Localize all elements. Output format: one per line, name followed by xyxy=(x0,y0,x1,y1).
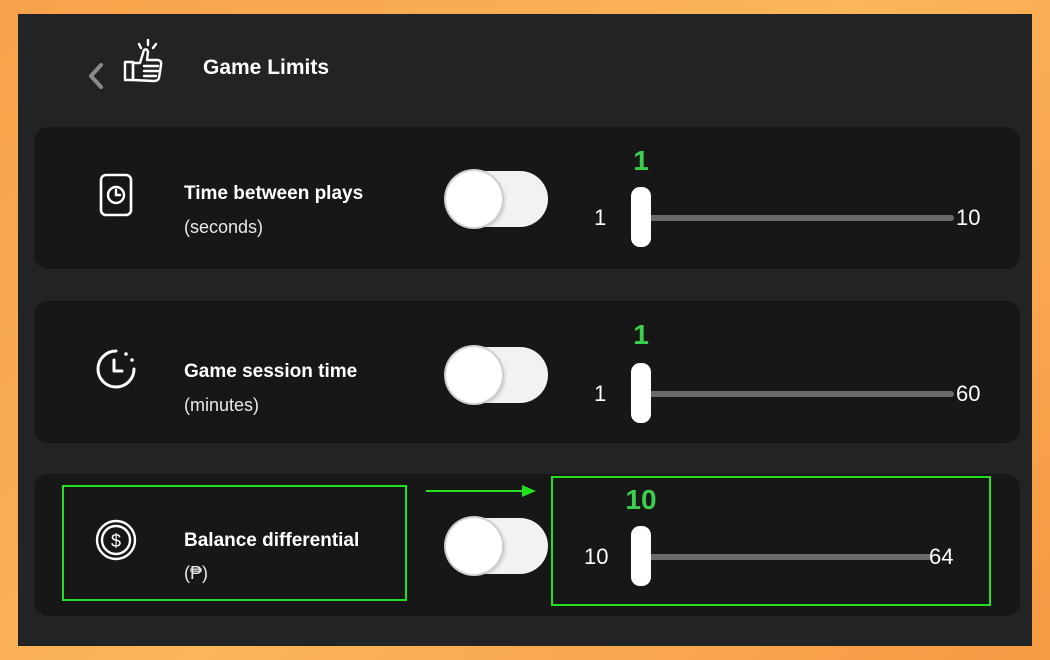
slider-max-label: 10 xyxy=(956,205,981,230)
page-title: Game Limits xyxy=(203,56,330,79)
slider-min-label: 1 xyxy=(594,205,607,230)
slider-current-value: 1 xyxy=(633,145,649,176)
toggle-knob xyxy=(446,518,502,574)
slider-current-value: 1 xyxy=(633,319,649,350)
toggle-knob xyxy=(446,171,502,227)
limit-title: Time between plays xyxy=(184,183,364,204)
highlight-box-slider xyxy=(551,476,991,606)
back-button[interactable] xyxy=(76,56,116,96)
timer-icon xyxy=(94,347,138,391)
game-session-time-slider-thumb[interactable] xyxy=(631,363,651,423)
clock-card-icon xyxy=(94,173,138,217)
time-between-plays-slider-track[interactable] xyxy=(636,215,954,221)
game-session-time-slider-track[interactable] xyxy=(636,391,954,397)
limit-unit: (minutes) xyxy=(184,395,260,415)
game-limits-panel: Game Limits Time between plays (seconds)… xyxy=(18,14,1032,646)
limit-unit: (seconds) xyxy=(184,217,264,237)
chevron-left-icon xyxy=(89,63,103,89)
header: Game Limits xyxy=(18,14,1032,124)
slider-min-label: 1 xyxy=(594,381,607,406)
time-between-plays-slider-thumb[interactable] xyxy=(631,187,651,247)
limit-card-game-session-time: Game session time (minutes) 1 1 60 xyxy=(34,301,1020,443)
toggle-knob xyxy=(446,347,502,403)
limit-title: Game session time xyxy=(184,361,358,382)
annotation-arrow-head xyxy=(522,485,536,497)
annotation-arrow xyxy=(426,490,526,492)
time-between-plays-toggle[interactable] xyxy=(446,171,548,227)
highlight-box-label xyxy=(62,485,407,601)
slider-max-label: 60 xyxy=(956,381,981,406)
thumbs-up-icon xyxy=(123,38,163,83)
limit-card-time-between-plays: Time between plays (seconds) 1 1 10 xyxy=(34,127,1020,269)
balance-differential-toggle[interactable] xyxy=(446,518,548,574)
game-session-time-toggle[interactable] xyxy=(446,347,548,403)
